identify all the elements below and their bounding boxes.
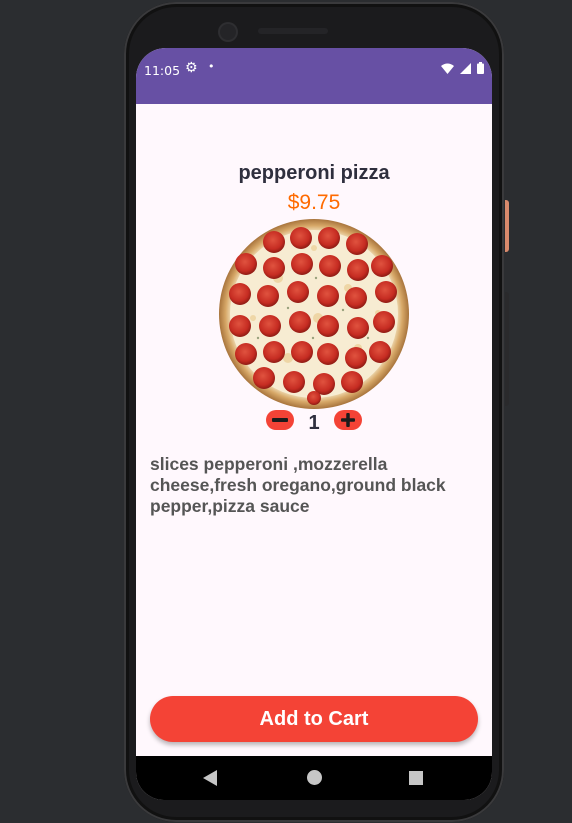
wifi-icon [441, 63, 454, 74]
app-screen: 11:05 ⚙ • pepperoni pizza $9.75 1 slices… [136, 48, 492, 800]
status-time: 11:05 [144, 63, 181, 78]
product-description: slices pepperoni ,mozzerella cheese,fres… [150, 454, 446, 516]
increase-button[interactable] [334, 410, 362, 430]
back-triangle-icon[interactable] [203, 770, 217, 786]
battery-icon [477, 62, 484, 74]
quantity-stepper: 1 [266, 410, 362, 440]
status-icons [441, 62, 484, 74]
dot-icon: • [208, 60, 215, 73]
add-to-cart-button[interactable]: Add to Cart [150, 696, 478, 742]
front-camera [220, 24, 236, 40]
status-bar: 11:05 ⚙ • [136, 48, 492, 104]
minus-icon [272, 418, 288, 422]
volume-button [505, 292, 509, 406]
gear-icon: ⚙ [185, 60, 198, 76]
quantity-value: 1 [308, 412, 320, 434]
earpiece-speaker [258, 28, 328, 34]
product-price: $9.75 [287, 191, 341, 214]
power-button [505, 200, 509, 252]
signal-icon [460, 62, 471, 74]
plus-icon [341, 413, 355, 427]
pizza-image [219, 219, 409, 409]
product-title: pepperoni pizza [238, 162, 390, 184]
recents-square-icon[interactable] [409, 771, 423, 785]
decrease-button[interactable] [266, 410, 294, 430]
navigation-bar [136, 756, 492, 800]
home-circle-icon[interactable] [307, 770, 322, 785]
